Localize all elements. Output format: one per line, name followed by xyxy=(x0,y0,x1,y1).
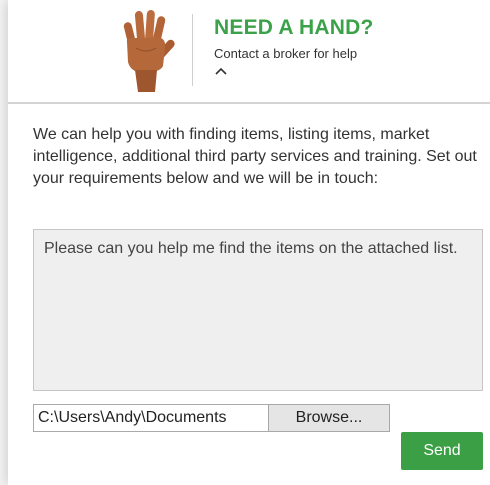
panel-header: NEED A HAND? Contact a broker for help xyxy=(8,0,490,102)
help-description: We can help you with finding items, list… xyxy=(33,126,477,187)
header-divider xyxy=(192,14,193,86)
panel-subtitle: Contact a broker for help xyxy=(214,46,358,61)
panel-title: NEED A HAND? xyxy=(214,16,374,39)
file-path-field[interactable] xyxy=(33,404,269,432)
header-separator xyxy=(8,102,490,104)
requirements-textarea[interactable]: Please can you help me find the items on… xyxy=(33,229,483,391)
send-button[interactable]: Send xyxy=(401,432,483,470)
browse-button[interactable]: Browse... xyxy=(268,404,390,432)
chevron-up-icon[interactable] xyxy=(214,66,228,76)
broker-help-panel: NEED A HAND? Contact a broker for help W… xyxy=(8,0,490,485)
raised-hand-icon xyxy=(123,10,175,92)
